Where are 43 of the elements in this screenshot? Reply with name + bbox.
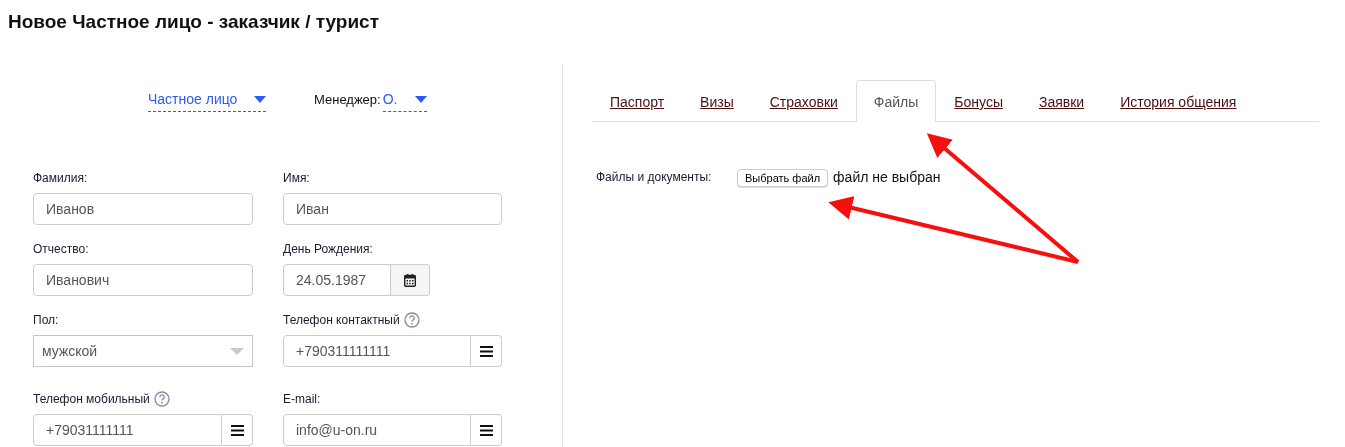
field-label: Телефон контактный [283, 313, 400, 327]
manager-label: Менеджер: [314, 92, 381, 107]
calendar-icon [404, 273, 416, 287]
field-label: Имя: [283, 171, 310, 185]
field-label: День Рождения: [283, 242, 373, 256]
field-label: Отчество: [33, 242, 89, 256]
text-field[interactable]: +790311111111 [283, 335, 471, 367]
tab[interactable]: Страховки [751, 81, 856, 122]
field-label: Пол: [33, 313, 59, 327]
menu-icon [479, 345, 493, 357]
tab[interactable]: Заявки [1020, 81, 1103, 122]
text-field[interactable]: Иванович [33, 264, 253, 296]
tab[interactable]: Визы [682, 81, 752, 122]
field-label: Телефон мобильный [33, 392, 150, 406]
field-label: Фамилия: [33, 171, 88, 185]
tab[interactable]: Файлы [855, 80, 937, 122]
text-field[interactable]: info@u-on.ru [283, 414, 471, 446]
manager-dropdown[interactable]: О. [382, 91, 427, 112]
caret-icon [254, 95, 266, 103]
gender-select[interactable]: мужской [33, 335, 253, 367]
field-label: E-mail: [283, 392, 321, 406]
calendar-button[interactable] [391, 264, 430, 296]
file-status: файл не выбран [833, 168, 941, 185]
files-label: Файлы и документы: [596, 169, 713, 184]
text-field[interactable]: Иванов [33, 193, 253, 225]
text-field[interactable]: Иван [283, 193, 502, 225]
text-field[interactable]: +79031111111 [33, 414, 222, 446]
menu-icon [230, 424, 244, 436]
menu-button[interactable] [222, 414, 253, 446]
help-icon[interactable] [153, 391, 170, 407]
help-icon[interactable] [403, 312, 420, 328]
tab[interactable]: История общения [1102, 81, 1255, 122]
tab[interactable]: Паспорт [592, 81, 683, 122]
choose-file-button[interactable]: Выбрать файл [737, 169, 829, 187]
client-type-dropdown[interactable]: Частное лицо [148, 91, 266, 112]
menu-button[interactable] [471, 335, 502, 367]
menu-button[interactable] [471, 414, 502, 446]
caret-icon [414, 95, 427, 103]
menu-icon [479, 424, 493, 436]
tab[interactable]: Бонусы [936, 81, 1021, 122]
caret-icon [230, 347, 244, 355]
date-field[interactable]: 24.05.1987 [283, 264, 391, 296]
page-title: Новое Частное лицо - заказчик / турист [7, 10, 380, 34]
